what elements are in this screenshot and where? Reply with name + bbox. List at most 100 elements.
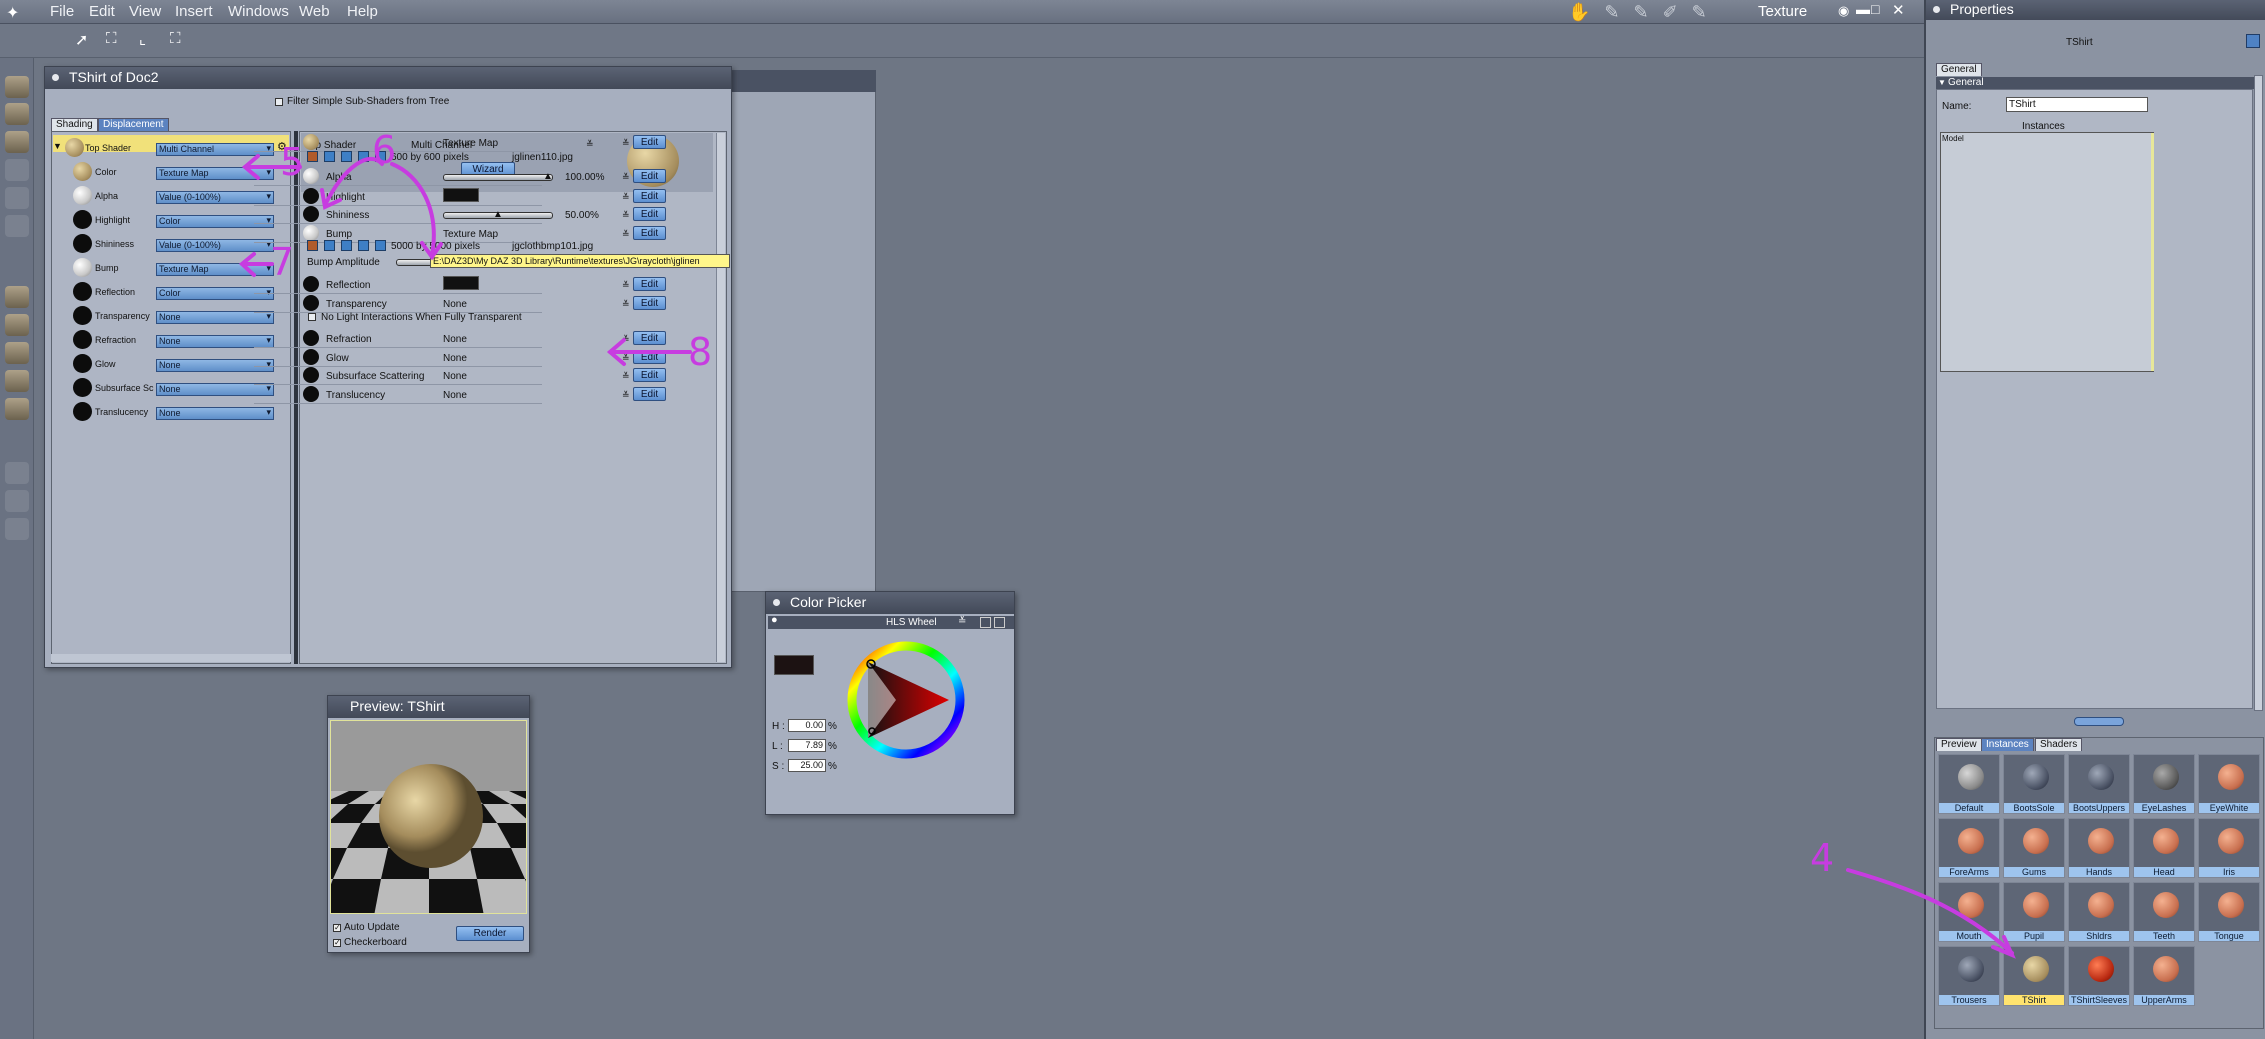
edit-button[interactable]: Edit [633, 296, 666, 310]
preview-titlebar[interactable]: Preview: TShirt [328, 696, 529, 718]
translate-z-icon[interactable] [5, 314, 29, 336]
edit-button[interactable]: Edit [633, 135, 666, 149]
menu-help[interactable]: Help [347, 3, 378, 20]
channel-type[interactable]: None [443, 371, 467, 382]
list-resize-handle[interactable] [2151, 133, 2154, 371]
edit-button[interactable]: Edit [633, 226, 666, 240]
shader-thumbnail[interactable]: UpperArms [2133, 946, 2195, 1006]
instances-list[interactable]: Model [1940, 132, 2154, 372]
tree-item-label[interactable]: Color [95, 167, 117, 177]
scale-tool-icon[interactable] [5, 187, 29, 209]
slider-thumb-icon[interactable]: ▲ [493, 209, 503, 220]
menu-windows[interactable]: Windows [228, 3, 289, 20]
shader-thumbnail[interactable]: EyeWhite [2198, 754, 2260, 814]
tree-item-label[interactable]: Transparency [95, 311, 150, 321]
channel-type[interactable]: None [443, 299, 467, 310]
slider-thumb-icon[interactable]: ▲ [543, 171, 553, 182]
color-picker-titlebar[interactable]: Color Picker [766, 592, 1014, 614]
tree-item-label[interactable]: Highlight [95, 215, 130, 225]
select-tool-icon[interactable] [5, 76, 29, 98]
edit-button[interactable]: Edit [633, 207, 666, 221]
shader-thumbnail[interactable]: EyeLashes [2133, 754, 2195, 814]
color-mode-select[interactable]: HLS Wheel [886, 617, 937, 628]
filter-checkbox[interactable] [275, 98, 283, 106]
menu-web[interactable]: Web [299, 3, 330, 20]
tab-instances[interactable]: Instances [1981, 738, 2034, 751]
tab-displacement[interactable]: Displacement [98, 118, 169, 131]
tree-item-type-select[interactable]: Texture Map [156, 263, 274, 276]
shader-thumbnail[interactable]: Hands [2068, 818, 2130, 878]
corner-icon[interactable]: ⌞ [139, 30, 146, 48]
general-section-header[interactable]: ▼ General [1936, 77, 2263, 89]
shader-thumbnail[interactable]: Shldrs [2068, 882, 2130, 942]
eyedropper-icon[interactable] [980, 617, 991, 628]
shader-thumbnail[interactable]: Head [2133, 818, 2195, 878]
tree-item-label[interactable]: Top Shader [85, 143, 131, 153]
hand-icon[interactable] [5, 490, 29, 512]
move-tool-icon[interactable] [5, 103, 29, 125]
twist-tool-icon[interactable] [5, 159, 29, 181]
shader-thumbnail[interactable]: Mouth [1938, 882, 2000, 942]
hls-wheel[interactable] [846, 640, 966, 760]
chevron-down-icon[interactable]: ≚ [622, 210, 630, 221]
menu-insert[interactable]: Insert [175, 3, 213, 20]
tree-item-label[interactable]: Subsurface Sc [95, 383, 154, 393]
close-icon[interactable]: ✕ [1892, 1, 1905, 19]
shader-thumbnail[interactable]: ForeArms [1938, 818, 2000, 878]
menu-view[interactable]: View [129, 3, 161, 20]
room-label[interactable]: Texture [1758, 3, 1807, 20]
panel-divider-handle[interactable] [2074, 717, 2124, 726]
chevron-down-icon[interactable]: ≚ [622, 334, 630, 345]
checkerboard-checkbox[interactable]: ✓ [333, 939, 341, 947]
collapse-triangle-icon[interactable]: ▼ [1938, 77, 1946, 89]
tree-item-label[interactable]: Shininess [95, 239, 134, 249]
chevron-down-icon[interactable]: ≚ [958, 616, 966, 627]
rotate-tool-icon[interactable] [5, 131, 29, 153]
s-input[interactable]: 25.00 [788, 759, 826, 772]
picker-options-icon[interactable] [994, 617, 1005, 628]
bounding-icon[interactable]: ⛶ [170, 30, 181, 47]
tree-item-type-select[interactable]: Value (0-100%) [156, 191, 274, 204]
room-tools-icons[interactable]: ✋✎✎✐✎ [1568, 2, 1740, 22]
texture-tool-icon[interactable] [341, 151, 352, 162]
tree-item-label[interactable]: Alpha [95, 191, 118, 201]
chevron-down-icon[interactable]: ≚ [586, 139, 594, 150]
shader-thumbnail[interactable]: TShirt [2003, 946, 2065, 1006]
chevron-down-icon[interactable]: ≚ [622, 371, 630, 382]
chevron-down-icon[interactable]: ≚ [622, 172, 630, 183]
panel-scrollbar[interactable] [2254, 75, 2263, 711]
color-swatch[interactable] [443, 188, 479, 202]
channel-slider[interactable] [443, 174, 553, 181]
tree-item-type-select[interactable]: Multi Channel [156, 143, 274, 156]
zoom-icon[interactable] [5, 518, 29, 540]
eye-icon[interactable]: ◉ [1838, 3, 1849, 19]
texture-tool-icon[interactable] [307, 240, 318, 251]
edit-button[interactable]: Edit [633, 350, 666, 364]
camera-icon[interactable] [5, 462, 29, 484]
model-item[interactable]: Model [1942, 134, 1964, 143]
window-menu-icon[interactable] [773, 599, 780, 606]
shader-thumbnail[interactable]: Trousers [1938, 946, 2000, 1006]
globe-icon[interactable] [5, 370, 29, 392]
taper-tool-icon[interactable] [5, 215, 29, 237]
chevron-down-icon[interactable]: ≚ [622, 299, 630, 310]
menu-edit[interactable]: Edit [89, 3, 115, 20]
l-input[interactable]: 7.89 [788, 739, 826, 752]
shader-thumbnail[interactable]: Default [1938, 754, 2000, 814]
shader-thumbnail[interactable]: Tongue [2198, 882, 2260, 942]
tab-shading[interactable]: Shading [51, 118, 98, 131]
tab-general[interactable]: General [1936, 63, 1982, 76]
shader-thumbnail[interactable]: Gums [2003, 818, 2065, 878]
shader-thumbnail[interactable]: BootsSole [2003, 754, 2065, 814]
edit-button[interactable]: Edit [633, 368, 666, 382]
chevron-down-icon[interactable]: ≚ [622, 353, 630, 364]
texture-tool-icon[interactable] [307, 151, 318, 162]
h-input[interactable]: 0.00 [788, 719, 826, 732]
texture-tool-icon[interactable] [358, 151, 369, 162]
window-menu-icon[interactable] [52, 74, 59, 81]
expand-triangle-icon[interactable]: ▼ [53, 141, 62, 151]
render-button[interactable]: Render [456, 926, 524, 941]
tree-scroll-left[interactable] [51, 654, 291, 662]
tree-item-label[interactable]: Translucency [95, 407, 148, 417]
select-arrow-icon[interactable]: ➚ [75, 30, 88, 50]
